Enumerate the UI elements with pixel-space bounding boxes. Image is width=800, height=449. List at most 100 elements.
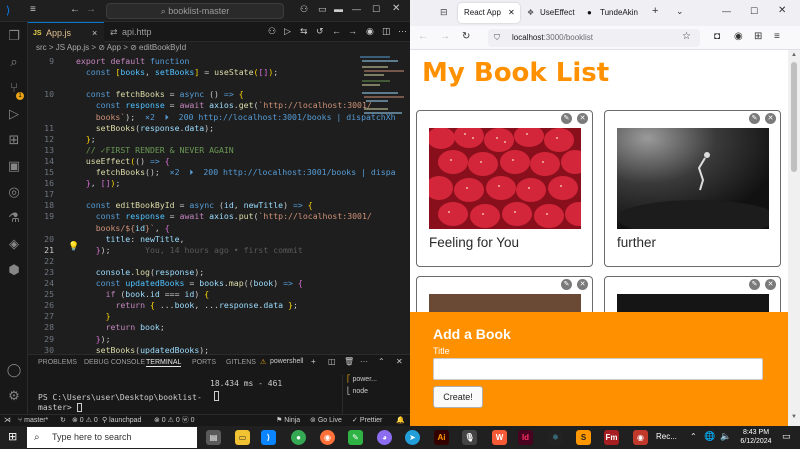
more-actions-icon[interactable]: ··· (398, 26, 407, 36)
tab-close-icon[interactable]: ✕ (508, 3, 515, 23)
minimize-icon[interactable]: — (352, 4, 361, 14)
telegram-icon[interactable]: ➤ (405, 430, 420, 445)
code-line[interactable]: // ✓FIRST RENDER & NEVER AGAIN (76, 145, 234, 155)
tab-close-icon[interactable]: × (92, 23, 97, 43)
docker-icon[interactable]: ⬢ (6, 262, 22, 278)
code-line[interactable]: const [books, setBooks] = useState([]); (76, 67, 278, 77)
copilot-icon[interactable]: ⚇ (300, 4, 308, 15)
create-button[interactable]: Create! (433, 386, 483, 408)
status-ports[interactable]: ⊗ 0 ⚠ 0 ⓦ 0 (154, 415, 195, 426)
code-line[interactable]: }, []); (76, 178, 121, 188)
code-line[interactable]: const editBookById = async (id, newTitle… (76, 200, 313, 210)
code-line[interactable]: title: newTitle, (76, 234, 185, 244)
lightbulb-icon[interactable]: 💡 (68, 242, 79, 252)
delete-icon[interactable]: ✕ (577, 113, 588, 124)
layout-icon[interactable]: ▭ (318, 4, 327, 15)
task-view-icon[interactable]: ▤ (206, 430, 221, 445)
extensions-icon[interactable]: ⊞ (6, 132, 22, 148)
react-icon[interactable]: ⚛ (548, 430, 563, 445)
close-icon[interactable]: ✕ (392, 3, 400, 14)
run-icon[interactable]: ▷ (284, 26, 291, 37)
close-icon[interactable]: ✕ (778, 5, 786, 16)
code-line[interactable]: }); (76, 334, 111, 344)
split-terminal-icon[interactable]: ◫ (328, 357, 336, 366)
windows-start-icon[interactable]: ⊞ (8, 430, 17, 443)
remote-icon[interactable]: ⋊ (4, 415, 11, 426)
delete-icon[interactable]: ✕ (765, 113, 776, 124)
account-icon[interactable]: ◉ (734, 31, 743, 42)
browser-tab-github[interactable]: ● TundeAkin (584, 3, 642, 23)
trash-icon[interactable]: 🗑 (344, 357, 354, 366)
code-line[interactable]: }); You, 14 hours ago • first commit (76, 245, 303, 255)
explorer-icon[interactable]: ❐ (6, 28, 22, 44)
minimize-icon[interactable]: — (722, 6, 731, 16)
split-editor-icon[interactable]: ◫ (382, 26, 391, 37)
terminal-output[interactable]: PS C:\Users\user\Desktop\booklist- maste… (38, 393, 202, 413)
app-w-icon[interactable]: W (492, 430, 507, 445)
new-tab-icon[interactable]: + (652, 5, 658, 17)
delete-icon[interactable]: ✕ (577, 279, 588, 290)
delete-icon[interactable]: ✕ (765, 279, 776, 290)
tab-api-http[interactable]: ⇄ api.http (104, 22, 170, 42)
page-info-icon[interactable]: ⛉ (494, 29, 500, 47)
panel-tab-debug-console[interactable]: DEBUG CONSOLE (84, 359, 145, 366)
edit-icon[interactable]: ✎ (749, 279, 760, 290)
remote-explorer-icon[interactable]: ▣ (6, 158, 22, 174)
extensions-icon[interactable]: ⊞ (754, 31, 762, 42)
copilot-chat-icon[interactable]: ⚇ (268, 26, 276, 37)
illustrator-icon[interactable]: Ai (434, 430, 449, 445)
close-panel-icon[interactable]: ✕ (396, 357, 403, 366)
indesign-icon[interactable]: Id (518, 430, 533, 445)
status-go-live[interactable]: ⊚ Go Live (310, 415, 342, 426)
gitlens-icon[interactable]: ◈ (6, 236, 22, 252)
title-input[interactable] (433, 358, 763, 380)
forward-arrow-icon[interactable]: → (86, 4, 96, 15)
pocket-icon[interactable]: ◘ (714, 31, 720, 42)
edit-icon[interactable]: ✎ (561, 279, 572, 290)
sublime-icon[interactable]: S (576, 430, 591, 445)
code-line[interactable]: setBooks(response.data); (76, 123, 214, 133)
system-clock[interactable]: 8:43 PM 6/12/2024 (736, 428, 776, 446)
settings-gear-icon[interactable]: ⚙ (6, 388, 22, 404)
code-line[interactable]: const response = await axios.get(`http:/… (76, 100, 372, 110)
notification-icon[interactable]: ▭ (782, 431, 791, 442)
back-arrow-icon[interactable]: ← (70, 4, 80, 15)
code-editor[interactable]: 9 export default function const [books, s… (28, 54, 410, 355)
code-line[interactable]: export default function (76, 56, 189, 66)
chrome-icon[interactable]: ● (291, 430, 306, 445)
terminal-list-item-node[interactable]: ⎣ node (347, 387, 368, 395)
recorder-icon[interactable]: ◉ (633, 430, 648, 445)
scroll-down-icon[interactable]: ▼ (791, 414, 797, 420)
previous-change-icon[interactable]: ← (332, 26, 341, 36)
maximize-icon[interactable]: ☐ (750, 6, 758, 17)
code-line[interactable]: } (76, 311, 111, 321)
menu-icon[interactable]: ≡ (30, 4, 36, 15)
fm-app-icon[interactable]: Fm (604, 430, 619, 445)
account-icon[interactable]: ◯ (6, 362, 22, 378)
scrollbar-thumb[interactable] (791, 62, 797, 172)
code-line[interactable]: return book; (76, 322, 165, 332)
github-desktop-icon[interactable]: ◕ (377, 430, 392, 445)
status-errors[interactable]: ⊗ 0 ⚠ 0 (72, 415, 98, 426)
taskbar-search-box[interactable]: ⌕ Type here to search (27, 427, 197, 448)
browser-tab-useeffect[interactable]: ❖ UseEffect (524, 3, 576, 23)
volume-icon[interactable]: 🔈 (720, 431, 731, 442)
more-icon[interactable]: ··· (360, 357, 368, 366)
search-icon[interactable]: ⌕ (6, 54, 22, 70)
panel-icon[interactable]: ▬ (334, 4, 343, 14)
status-sync-icon[interactable]: ↻ (60, 415, 66, 426)
code-line[interactable]: books/${id}`, { (76, 223, 170, 233)
git-compare-icon[interactable]: ◉ (366, 26, 374, 37)
file-explorer-icon[interactable]: ▭ (235, 430, 250, 445)
panel-tab-ports[interactable]: PORTS (192, 359, 216, 366)
edit-icon[interactable]: ✎ (749, 113, 760, 124)
status-branch[interactable]: ⑂ master* (18, 415, 48, 426)
code-line[interactable]: books`); ×2 ⏵ 200 http://localhost:3001/… (76, 112, 396, 123)
code-line[interactable]: }; (76, 134, 96, 144)
status-launchpad[interactable]: ⚲ launchpad (102, 415, 141, 426)
firefox-icon[interactable]: ◉ (320, 430, 335, 445)
vscode-taskbar-icon[interactable]: ⟩ (261, 430, 276, 445)
edit-icon[interactable]: ✎ (561, 113, 572, 124)
maximize-panel-icon[interactable]: ⌃ (378, 357, 385, 366)
code-line[interactable]: useEffect(() => { (76, 156, 170, 166)
